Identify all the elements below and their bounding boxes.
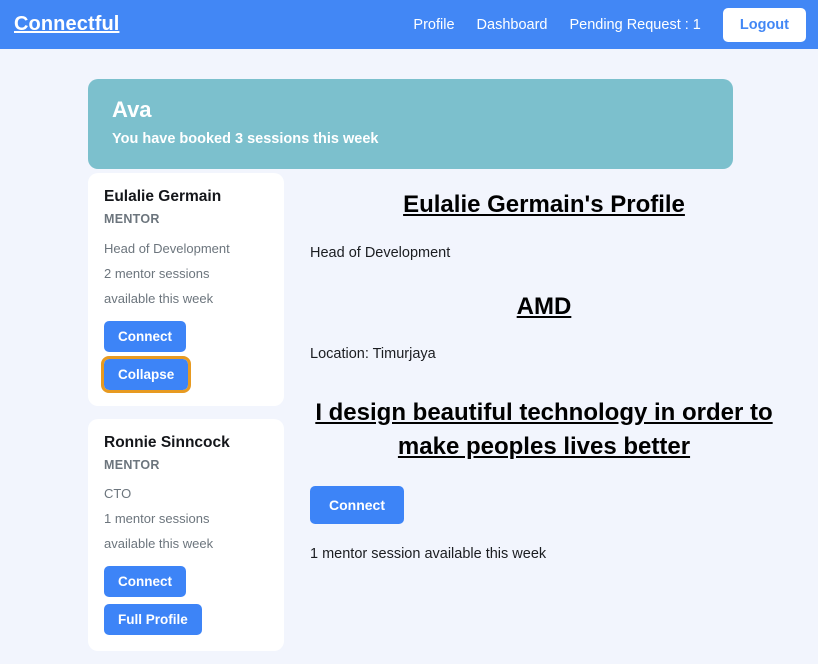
profile-company: AMD [516,292,572,320]
logout-button[interactable]: Logout [722,7,806,42]
content-row: Eulalie Germain MENTOR Head of Developme… [88,173,818,664]
mentor-toggle-wrap: Collapse [100,355,268,393]
profile-job-title: Head of Development [310,244,451,261]
mentor-job-title: Head of Development [104,240,230,256]
mentor-profile-pane: Eulalie Germain's Profile Head of Develo… [284,173,818,562]
welcome-user-name: Ava [112,97,152,122]
profile-bio: I design beautiful technology in order t… [315,398,773,460]
mentor-sessions-line-2: available this week [104,290,214,306]
top-navbar: Connectful Profile Dashboard Pending Req… [0,0,818,49]
mentor-card: Ronnie Sinncock MENTOR CTO 1 mentor sess… [88,418,284,652]
profile-availability: 1 mentor session available this week [310,545,547,562]
mentor-collapse-button[interactable]: Collapse [100,355,192,393]
nav-link-profile[interactable]: Profile [402,17,465,33]
nav-link-pending-request[interactable]: Pending Request : 1 [558,17,711,33]
profile-connect-button[interactable]: Connect [310,485,404,524]
mentor-sessions-line-1: 2 mentor sessions [104,265,210,281]
mentor-sessions-line-1: 1 mentor sessions [104,511,210,527]
mentor-sessions-line-2: available this week [104,536,214,552]
profile-actions: Connect [310,485,778,524]
mentor-card: Eulalie Germain MENTOR Head of Developme… [88,173,284,406]
brand-logo[interactable]: Connectful [14,13,119,36]
profile-heading: Eulalie Germain's Profile [403,191,685,219]
page-body: Ava You have booked 3 sessions this week… [0,79,818,664]
navbar-right-group: Profile Dashboard Pending Request : 1 Lo… [402,7,806,42]
mentor-card-actions: Connect Full Profile [104,566,268,636]
mentor-role-badge: MENTOR [104,212,160,227]
mentor-role-badge: MENTOR [104,457,160,472]
mentor-job-title: CTO [104,486,132,502]
profile-location: Location: Timurjaya [310,346,436,363]
welcome-banner: Ava You have booked 3 sessions this week [88,79,733,170]
nav-link-dashboard[interactable]: Dashboard [466,17,559,33]
mentor-card-actions: Connect Collapse [100,320,268,393]
mentor-toggle-wrap: Full Profile [104,604,268,636]
welcome-sessions-message: You have booked 3 sessions this week [112,131,379,148]
mentor-name: Ronnie Sinncock [104,433,230,451]
mentor-name: Eulalie Germain [104,188,222,206]
mentor-connect-button[interactable]: Connect [104,320,186,352]
mentor-full-profile-button[interactable]: Full Profile [104,604,202,636]
mentor-list: Eulalie Germain MENTOR Head of Developme… [88,173,284,664]
mentor-connect-button[interactable]: Connect [104,566,186,598]
